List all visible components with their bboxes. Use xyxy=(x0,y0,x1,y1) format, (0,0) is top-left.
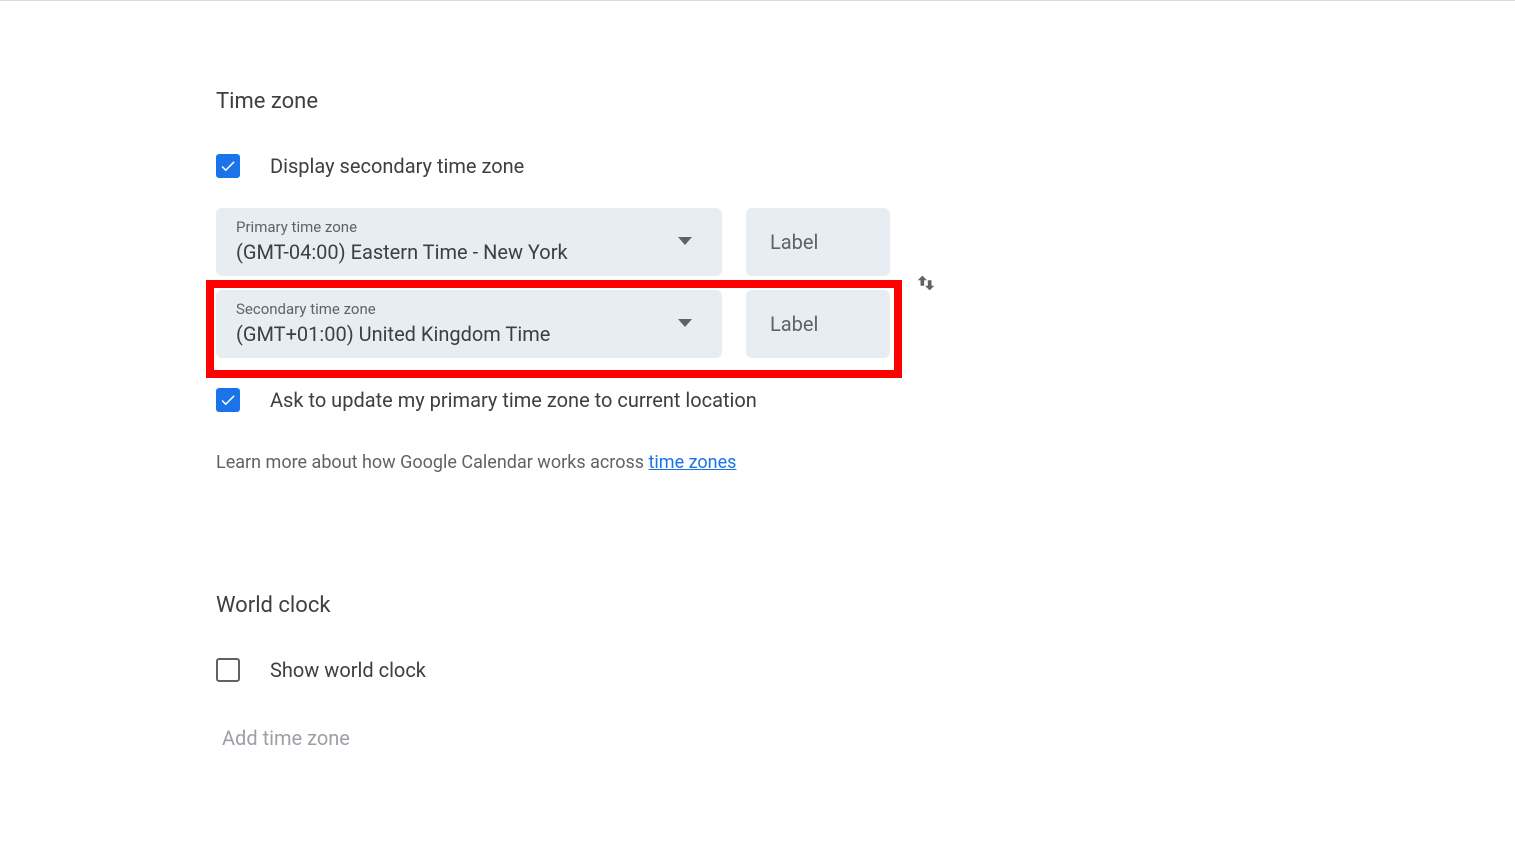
swap-timezones-button[interactable] xyxy=(912,269,940,297)
worldclock-title: World clock xyxy=(216,593,1515,618)
primary-tz-label: Primary time zone xyxy=(236,218,568,236)
worldclock-section: World clock Show world clock Add time zo… xyxy=(216,593,1515,750)
secondary-tz-value: (GMT+01:00) United Kingdom Time xyxy=(236,322,550,346)
display-secondary-row: Display secondary time zone xyxy=(216,154,1515,178)
timezone-title: Time zone xyxy=(216,89,1515,114)
show-worldclock-checkbox[interactable] xyxy=(216,658,240,682)
ask-update-label: Ask to update my primary time zone to cu… xyxy=(270,388,757,412)
help-prefix: Learn more about how Google Calendar wor… xyxy=(216,452,649,473)
secondary-tz-select[interactable]: Secondary time zone (GMT+01:00) United K… xyxy=(216,290,722,358)
display-secondary-label: Display secondary time zone xyxy=(270,154,524,178)
chevron-down-icon xyxy=(678,237,692,245)
swap-icon xyxy=(915,272,937,294)
chevron-down-icon xyxy=(678,319,692,327)
show-worldclock-row: Show world clock xyxy=(216,658,1515,682)
secondary-tz-row: Secondary time zone (GMT+01:00) United K… xyxy=(216,290,890,358)
ask-update-row: Ask to update my primary time zone to cu… xyxy=(216,388,1515,412)
secondary-tz-label: Secondary time zone xyxy=(236,300,550,318)
primary-tz-row: Primary time zone (GMT-04:00) Eastern Ti… xyxy=(216,208,890,276)
primary-tz-select[interactable]: Primary time zone (GMT-04:00) Eastern Ti… xyxy=(216,208,722,276)
timezone-help-link[interactable]: time zones xyxy=(649,452,737,473)
show-worldclock-label: Show world clock xyxy=(270,658,426,682)
ask-update-checkbox[interactable] xyxy=(216,388,240,412)
display-secondary-checkbox[interactable] xyxy=(216,154,240,178)
primary-tz-value: (GMT-04:00) Eastern Time - New York xyxy=(236,240,568,264)
check-icon xyxy=(219,391,237,409)
secondary-tz-label-input[interactable]: Label xyxy=(746,290,890,358)
add-timezone-button: Add time zone xyxy=(222,726,1515,750)
primary-tz-label-input[interactable]: Label xyxy=(746,208,890,276)
timezone-selectors: Primary time zone (GMT-04:00) Eastern Ti… xyxy=(216,208,890,358)
timezone-section: Time zone Display secondary time zone Pr… xyxy=(216,89,1515,473)
check-icon xyxy=(219,157,237,175)
timezone-help-text: Learn more about how Google Calendar wor… xyxy=(216,452,1515,473)
